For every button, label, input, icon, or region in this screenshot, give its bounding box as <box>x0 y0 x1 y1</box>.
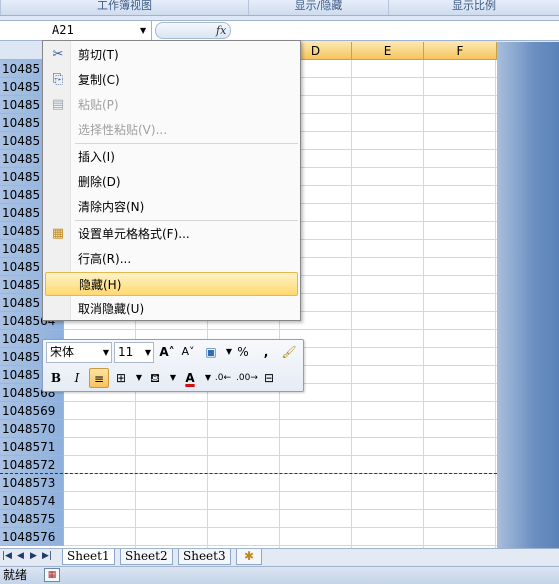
menu-item-label: 行高(R)... <box>78 252 132 266</box>
menu-separator <box>75 143 298 144</box>
menu-item-label: 删除(D) <box>78 175 121 189</box>
status-bar: 就绪 ▦ <box>0 566 559 584</box>
column-header-e[interactable]: E <box>352 42 424 60</box>
gridline-vertical <box>495 60 496 548</box>
gridline-vertical <box>423 60 424 548</box>
ribbon-group-show-hide: 显示/隐藏 <box>248 0 388 15</box>
menu-item-label: 插入(I) <box>78 150 115 164</box>
gridline-horizontal <box>64 401 497 402</box>
fill-color-icon[interactable]: ⛾ <box>145 368 165 388</box>
row-header[interactable]: 1048570 <box>0 420 64 438</box>
menu-item-paste-special[interactable]: 选择性粘贴(V)... <box>45 118 298 142</box>
gridline-horizontal <box>64 329 497 330</box>
window-background <box>497 42 559 548</box>
menu-item-paste[interactable]: ▤ 粘贴(P) <box>45 93 298 117</box>
chevron-down-icon[interactable]: ▼ <box>103 343 109 362</box>
paste-icon: ▤ <box>51 97 65 112</box>
chevron-down-icon[interactable]: ▼ <box>145 343 151 362</box>
mini-toolbar: 宋体 ▼ 11 ▼ A˄ A˅ ▣ ▼ % , 🖌 B I ≡ ⊞ ▼ ⛾ ▼ … <box>42 339 304 392</box>
menu-item-label: 复制(C) <box>78 73 120 87</box>
menu-item-delete[interactable]: 删除(D) <box>45 170 298 194</box>
row-header[interactable]: 1048571 <box>0 438 64 456</box>
comma-style-button[interactable]: , <box>256 342 276 362</box>
insert-function-icon[interactable]: fx <box>216 23 226 39</box>
row-header[interactable]: 1048576 <box>0 528 64 546</box>
sheet-tab-bar: |◀ ◀ ▶ ▶| Sheet1 Sheet2 Sheet3 ✱ <box>0 548 559 565</box>
formula-bar: A21 ▼ fx <box>0 20 559 41</box>
gridline-horizontal <box>64 419 497 420</box>
chevron-down-icon[interactable]: ▼ <box>140 21 150 40</box>
page-break-line <box>0 473 497 474</box>
gridline-horizontal <box>64 455 497 456</box>
context-menu: ✂ 剪切(T) ⎘ 复制(C) ▤ 粘贴(P) 选择性粘贴(V)... 插入(I… <box>42 40 301 321</box>
menu-item-label: 选择性粘贴(V)... <box>78 123 168 137</box>
ribbon-group-zoom: 显示比例 <box>388 0 559 15</box>
bold-button[interactable]: B <box>46 368 66 388</box>
sheet-tab-3[interactable]: Sheet3 <box>178 549 231 565</box>
font-color-icon[interactable]: A <box>180 368 200 388</box>
gridline-horizontal <box>64 491 497 492</box>
menu-item-label: 粘贴(P) <box>78 98 119 112</box>
menu-separator <box>75 220 298 221</box>
menu-item-hide[interactable]: 隐藏(H) <box>45 272 298 296</box>
gridline-vertical <box>351 60 352 548</box>
increase-decimal-icon[interactable]: .0← <box>213 368 233 388</box>
font-name-select[interactable]: 宋体 ▼ <box>46 342 112 363</box>
menu-item-label: 清除内容(N) <box>78 200 145 214</box>
gridline-horizontal <box>64 437 497 438</box>
column-header-f[interactable]: F <box>424 42 497 60</box>
font-size-value: 11 <box>118 345 134 359</box>
first-sheet-icon[interactable]: |◀ <box>2 551 12 561</box>
format-cells-icon: ▦ <box>51 226 65 241</box>
menu-item-label: 隐藏(H) <box>79 278 122 292</box>
scissors-icon: ✂ <box>52 47 64 62</box>
next-sheet-icon[interactable]: ▶ <box>30 551 37 561</box>
menu-item-label: 剪切(T) <box>78 48 119 62</box>
menu-item-insert[interactable]: 插入(I) <box>45 145 298 169</box>
copy-icon: ⎘ <box>52 72 64 87</box>
ribbon-group-labels: 工作簿视图 显示/隐藏 显示比例 <box>0 0 559 16</box>
status-ready-text: 就绪 <box>3 568 28 582</box>
row-header[interactable]: 1048573 <box>0 474 64 492</box>
gridline-horizontal <box>64 527 497 528</box>
italic-button[interactable]: I <box>67 368 87 388</box>
gridline-horizontal <box>64 545 497 546</box>
name-box[interactable]: A21 <box>0 21 152 40</box>
accounting-format-icon[interactable]: ▣ <box>201 342 221 362</box>
row-header[interactable]: 1048572 <box>0 456 64 474</box>
menu-item-clear-contents[interactable]: 清除内容(N) <box>45 195 298 219</box>
macro-record-icon[interactable]: ▦ <box>44 568 60 582</box>
format-painter-icon[interactable]: 🖌 <box>279 342 299 362</box>
increase-font-icon[interactable]: A˄ <box>157 342 177 362</box>
font-name-value: 宋体 <box>50 345 75 359</box>
gridline-horizontal <box>64 509 497 510</box>
menu-item-label: 取消隐藏(U) <box>78 302 145 316</box>
ribbon-group-workbook-views: 工作簿视图 <box>0 0 248 15</box>
menu-item-unhide[interactable]: 取消隐藏(U) <box>45 297 298 321</box>
menu-item-cut[interactable]: ✂ 剪切(T) <box>45 43 298 67</box>
borders-icon[interactable]: ⊞ <box>111 368 131 388</box>
decrease-decimal-icon[interactable]: .00→ <box>236 368 258 388</box>
sheet-tab-1[interactable]: Sheet1 <box>62 549 115 565</box>
align-center-icon[interactable]: ≡ <box>89 368 109 388</box>
percent-style-button[interactable]: % <box>233 342 253 362</box>
previous-sheet-icon[interactable]: ◀ <box>17 551 24 561</box>
font-size-select[interactable]: 11 ▼ <box>114 342 154 363</box>
insert-sheet-icon[interactable]: ✱ <box>236 549 262 565</box>
formula-controls: fx <box>155 22 231 39</box>
sheet-tab-2[interactable]: Sheet2 <box>120 549 173 565</box>
merge-center-icon[interactable]: ⊟ <box>259 368 279 388</box>
decrease-font-icon[interactable]: A˅ <box>178 342 198 362</box>
menu-item-format-cells[interactable]: ▦ 设置单元格格式(F)... <box>45 222 298 246</box>
row-header[interactable]: 1048569 <box>0 402 64 420</box>
menu-item-row-height[interactable]: 行高(R)... <box>45 247 298 271</box>
row-header[interactable]: 1048574 <box>0 492 64 510</box>
row-header[interactable]: 1048575 <box>0 510 64 528</box>
last-sheet-icon[interactable]: ▶| <box>42 551 52 561</box>
menu-item-label: 设置单元格格式(F)... <box>78 227 190 241</box>
menu-item-copy[interactable]: ⎘ 复制(C) <box>45 68 298 92</box>
